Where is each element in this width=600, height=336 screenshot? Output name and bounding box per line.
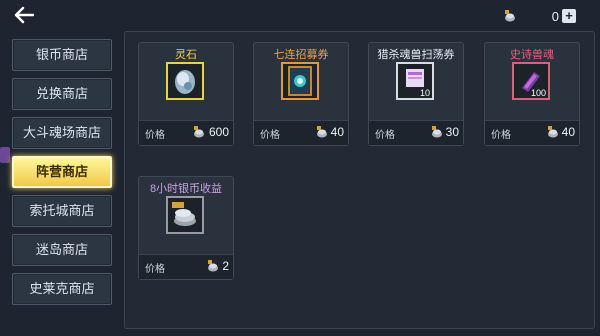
coin-icon [208, 260, 218, 272]
item-frame [166, 196, 204, 234]
spirit-stone-icon [175, 70, 195, 94]
price-bar: 价格 40 [254, 120, 348, 145]
price-label: 价格 [375, 130, 395, 141]
price-label: 价格 [145, 130, 165, 141]
coin-icon [504, 10, 515, 22]
side-decoration-icon [0, 147, 10, 163]
shop-item-card[interactable]: 猎杀魂兽扫荡券 10 价格 30 [368, 42, 464, 146]
item-name: 七连招募券 [273, 49, 329, 61]
item-frame: 100 [512, 62, 550, 100]
shop-item-card[interactable]: 灵石 价格 600 [138, 42, 234, 146]
recruit-ticket-icon [288, 66, 312, 96]
sidebar-item-faction-shop[interactable]: 阵营商店 [12, 156, 112, 188]
shop-item-card[interactable]: 8小时银币收益 价格 2 [138, 176, 234, 280]
item-frame: 10 [396, 62, 434, 100]
back-arrow-icon[interactable] [14, 6, 34, 24]
price-value: 600 [208, 125, 229, 139]
sidebar-item-arena-shop[interactable]: 大斗魂场商店 [12, 117, 112, 149]
price-bar: 价格 30 [369, 120, 463, 145]
item-name: 8小时银币收益 [149, 183, 223, 195]
coin-icon [317, 126, 327, 138]
item-quantity: 100 [530, 88, 546, 98]
item-name: 猎杀魂兽扫荡券 [377, 49, 455, 61]
shop-item-card[interactable]: 七连招募券 价格 40 [253, 42, 349, 146]
price-bar: 价格 40 [485, 120, 579, 145]
price-value: 30 [445, 125, 459, 139]
item-name: 史诗兽魂 [510, 49, 554, 61]
sidebar-item-sotto-shop[interactable]: 索托城商店 [12, 195, 112, 227]
sidebar-item-exchange-shop[interactable]: 兑换商店 [12, 78, 112, 110]
top-bar: 0 + [0, 0, 600, 30]
add-currency-button[interactable]: + [562, 9, 576, 23]
price-label: 价格 [145, 264, 165, 275]
coin-icon [432, 126, 442, 138]
shop-item-card[interactable]: 史诗兽魂 100 价格 40 [484, 42, 580, 146]
price-label: 价格 [260, 130, 280, 141]
item-quantity: 10 [419, 88, 430, 98]
shop-grid: 灵石 价格 600 七连招募券 价格 40 猎杀魂兽扫荡券 10 价格 30 史… [124, 31, 595, 329]
coin-icon [548, 126, 558, 138]
sidebar-item-island-shop[interactable]: 迷岛商店 [12, 234, 112, 266]
sidebar-item-shrek-shop[interactable]: 史莱克商店 [12, 273, 112, 305]
coin-icon [194, 126, 204, 138]
sidebar-item-silver-shop[interactable]: 银币商店 [12, 39, 112, 71]
currency-amount: 0 [551, 8, 559, 24]
price-label: 价格 [491, 130, 511, 141]
silver-coins-icon [172, 202, 196, 226]
price-value: 40 [330, 125, 344, 139]
item-name: 灵石 [175, 49, 197, 61]
price-value: 40 [561, 125, 575, 139]
currency-display: 0 + [502, 6, 576, 26]
price-bar: 价格 600 [139, 120, 233, 145]
item-frame [281, 62, 319, 100]
price-value: 2 [222, 259, 229, 273]
price-bar: 价格 2 [139, 254, 233, 279]
shop-sidebar: 银币商店 兑换商店 大斗魂场商店 阵营商店 索托城商店 迷岛商店 史莱克商店 [0, 30, 122, 336]
item-frame [166, 62, 204, 100]
